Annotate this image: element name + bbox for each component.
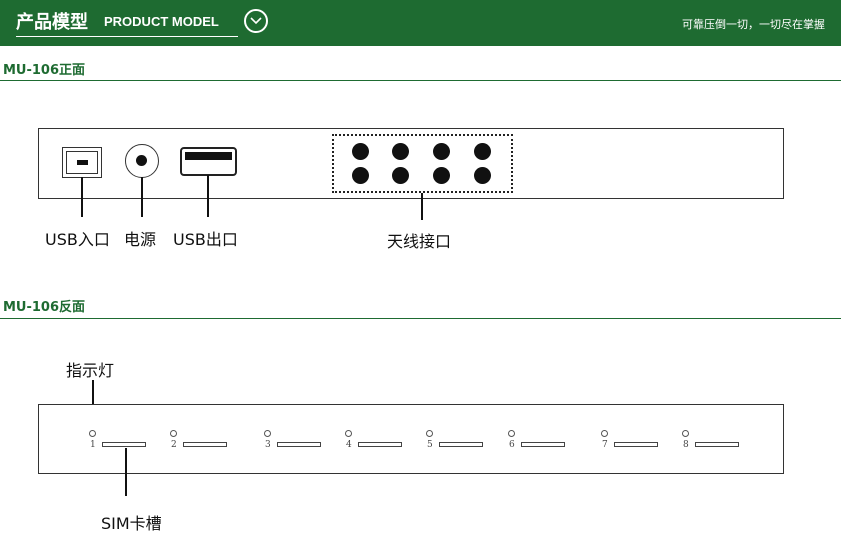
usb-out-leader-line <box>207 175 209 217</box>
power-leader-line <box>141 177 143 217</box>
indicator-led-icon <box>682 430 689 437</box>
page-title-cn: 产品模型 <box>16 12 88 33</box>
sim-slot-label: SIM卡槽 <box>101 514 162 533</box>
section-divider <box>0 80 841 81</box>
usb-in-leader-line <box>81 177 83 217</box>
sim-slot[interactable] <box>277 442 321 447</box>
slot-number: 8 <box>683 440 689 450</box>
antenna-connector-icon <box>392 167 409 184</box>
antenna-connector-icon <box>392 143 409 160</box>
slot-number: 6 <box>509 440 515 450</box>
section-divider <box>0 318 841 319</box>
sim-slot[interactable] <box>183 442 227 447</box>
slot-number: 1 <box>90 440 96 450</box>
indicator-led-icon <box>426 430 433 437</box>
sim-slot[interactable] <box>102 442 146 447</box>
sim-slot[interactable] <box>439 442 483 447</box>
indicator-led-icon <box>508 430 515 437</box>
antenna-connector-icon <box>352 167 369 184</box>
usb-out-port-icon <box>180 147 237 176</box>
header-banner: 产品模型 PRODUCT MODEL 可靠压倒一切，一切尽在掌握 <box>0 0 841 46</box>
usb-in-port-icon <box>62 147 102 178</box>
antenna-connector-icon <box>352 143 369 160</box>
indicator-led-icon <box>170 430 177 437</box>
antenna-connector-icon <box>474 143 491 160</box>
chevron-down-icon[interactable] <box>244 9 268 33</box>
sim-slot[interactable] <box>521 442 565 447</box>
slot-number: 4 <box>346 440 352 450</box>
antenna-connector-icon <box>433 143 450 160</box>
indicator-label: 指示灯 <box>66 361 115 380</box>
indicator-led-icon <box>264 430 271 437</box>
slot-number: 2 <box>171 440 177 450</box>
indicator-led-icon <box>345 430 352 437</box>
title-underline <box>16 36 238 37</box>
usb-in-label: USB入口 <box>45 230 110 249</box>
sim-slot[interactable] <box>358 442 402 447</box>
slogan: 可靠压倒一切，一切尽在掌握 <box>682 18 825 31</box>
antenna-label: 天线接口 <box>387 232 452 251</box>
slot-number: 7 <box>602 440 608 450</box>
sim-leader-line <box>125 448 127 496</box>
antenna-leader-line <box>421 193 423 220</box>
indicator-led-icon <box>601 430 608 437</box>
back-section-title: MU-106反面 <box>3 300 86 315</box>
power-label: 电源 <box>124 230 157 249</box>
sim-slot[interactable] <box>695 442 739 447</box>
slot-number: 5 <box>427 440 433 450</box>
indicator-led-icon <box>89 430 96 437</box>
power-jack-icon <box>125 144 159 178</box>
sim-slot[interactable] <box>614 442 658 447</box>
page-title-en: PRODUCT MODEL <box>104 14 219 29</box>
back-panel <box>38 404 784 474</box>
slot-number: 3 <box>265 440 271 450</box>
front-section-title: MU-106正面 <box>3 63 86 78</box>
antenna-connector-icon <box>433 167 450 184</box>
antenna-connector-icon <box>474 167 491 184</box>
usb-out-label: USB出口 <box>173 230 238 249</box>
